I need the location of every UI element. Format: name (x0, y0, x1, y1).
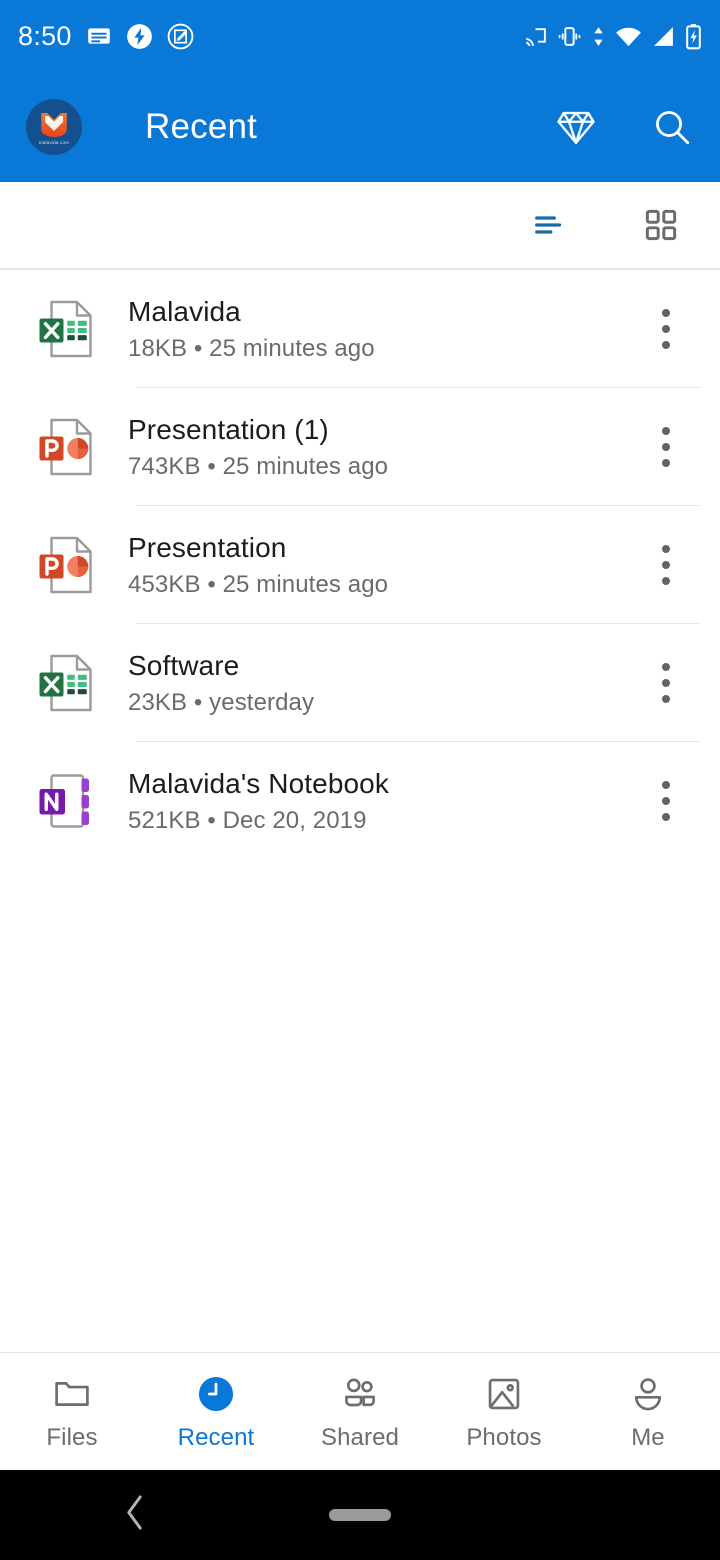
list-view-icon (535, 216, 562, 234)
file-subtitle: 521KB • Dec 20, 2019 (128, 806, 367, 834)
table-row[interactable]: Software 23KB • yesterday (0, 624, 720, 742)
person-icon (626, 1372, 670, 1416)
file-meta: Presentation 453KB • 25 minutes ago (128, 531, 634, 600)
status-bar-left: 8:50 (18, 20, 194, 51)
premium-diamond-button[interactable] (554, 105, 598, 149)
list-view-button[interactable] (526, 202, 572, 248)
file-name: Malavida's Notebook (128, 767, 389, 799)
back-button[interactable] (120, 1494, 150, 1537)
signal-icon (654, 26, 673, 46)
nav-item-me[interactable]: Me (576, 1353, 720, 1470)
grid-view-icon (645, 209, 677, 241)
cast-icon (526, 27, 546, 46)
folder-icon (50, 1372, 94, 1416)
back-chevron-icon (127, 1495, 142, 1530)
file-subtitle: 23KB • yesterday (128, 688, 315, 716)
people-icon (338, 1372, 382, 1416)
overflow-dot (662, 325, 670, 333)
nav-item-photos[interactable]: Photos (432, 1353, 576, 1470)
file-subtitle: 743KB • 25 minutes ago (128, 452, 389, 480)
file-name: Malavida (128, 295, 241, 327)
file-meta: Malavida 18KB • 25 minutes ago (128, 295, 634, 364)
file-meta: Software 23KB • yesterday (128, 649, 634, 718)
nav-label: Files (46, 1424, 98, 1451)
nav-item-recent[interactable]: Recent (144, 1353, 288, 1470)
excel-file-icon (28, 643, 108, 723)
nav-label: Me (631, 1424, 665, 1451)
more-options-button[interactable] (634, 643, 698, 723)
table-row[interactable]: Malavida 18KB • 25 minutes ago (0, 270, 720, 388)
file-name: Presentation (128, 531, 287, 563)
excel-file-icon (28, 289, 108, 369)
file-name: Software (128, 649, 240, 681)
overflow-dot (662, 443, 670, 451)
subtitles-icon (87, 28, 110, 44)
malavida-logo-icon (41, 113, 67, 137)
overflow-dot (662, 663, 670, 671)
more-options-button[interactable] (634, 761, 698, 841)
status-bar: 8:50 (0, 0, 720, 72)
overflow-dot (662, 577, 670, 585)
overflow-dot (662, 813, 670, 821)
account-avatar[interactable]: malavida.com (26, 99, 82, 155)
lightning-badge-icon (126, 23, 152, 49)
table-row[interactable]: Presentation 453KB • 25 minutes ago (0, 506, 720, 624)
nav-label: Shared (321, 1424, 399, 1451)
nav-item-shared[interactable]: Shared (288, 1353, 432, 1470)
table-row[interactable]: Presentation (1) 743KB • 25 minutes ago (0, 388, 720, 506)
home-pill-indicator[interactable] (329, 1509, 391, 1521)
powerpoint-file-icon (28, 407, 108, 487)
more-options-button[interactable] (634, 407, 698, 487)
overflow-dot (662, 341, 670, 349)
wifi-icon (616, 27, 641, 46)
powerpoint-file-icon (28, 525, 108, 605)
overflow-dot (662, 695, 670, 703)
file-subtitle: 453KB • 25 minutes ago (128, 570, 389, 598)
onedrive-recent-screen: 8:50 malavida.com Recent Malavida 18KB •… (0, 0, 720, 1560)
file-subtitle: 18KB • 25 minutes ago (128, 334, 375, 362)
page-title: Recent (145, 107, 258, 146)
more-options-button[interactable] (634, 289, 698, 369)
grid-view-button[interactable] (638, 202, 684, 248)
picture-icon (482, 1372, 526, 1416)
overflow-dot (662, 459, 670, 467)
search-icon (656, 111, 690, 145)
overflow-dot (662, 309, 670, 317)
avatar-domain-label: malavida.com (38, 140, 70, 145)
overflow-dot (662, 781, 670, 789)
clock-icon (194, 1372, 238, 1416)
app-bar-actions (554, 105, 694, 149)
file-meta: Malavida's Notebook 521KB • Dec 20, 2019 (128, 767, 634, 836)
overflow-dot (662, 797, 670, 805)
overflow-dot (662, 679, 670, 687)
data-transfer-icon (594, 26, 603, 46)
system-navigation-bar (0, 1470, 720, 1560)
nav-label: Recent (177, 1424, 255, 1451)
file-name: Presentation (1) (128, 413, 329, 445)
overflow-dot (662, 427, 670, 435)
view-toolbar (0, 182, 720, 270)
app-bar: malavida.com Recent (0, 72, 720, 182)
recent-files-list: Malavida 18KB • 25 minutes ago Presentat… (0, 270, 720, 860)
more-options-button[interactable] (634, 525, 698, 605)
file-meta: Presentation (1) 743KB • 25 minutes ago (128, 413, 634, 482)
battery-charging-icon (686, 23, 701, 49)
overflow-dot (662, 561, 670, 569)
nav-item-files[interactable]: Files (0, 1353, 144, 1470)
screenshot-edit-icon (167, 23, 194, 49)
vibrate-icon (558, 26, 581, 46)
bottom-navigation: Files Recent Shared Photos Me (0, 1352, 720, 1470)
search-button[interactable] (650, 105, 694, 149)
overflow-dot (662, 545, 670, 553)
status-bar-right (523, 23, 702, 50)
status-bar-clock: 8:50 (18, 20, 72, 51)
onenote-file-icon (28, 761, 108, 841)
nav-label: Photos (466, 1424, 542, 1451)
diamond-icon (557, 111, 595, 144)
table-row[interactable]: Malavida's Notebook 521KB • Dec 20, 2019 (0, 742, 720, 860)
